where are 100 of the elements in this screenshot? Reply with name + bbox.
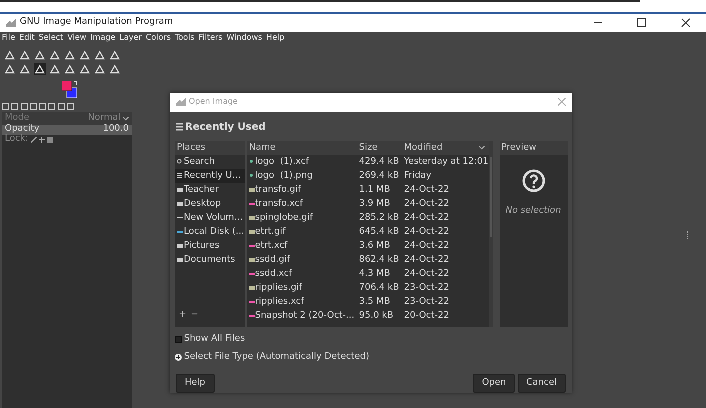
file-modified: 24-Oct-22	[403, 198, 450, 211]
tool-icon[interactable]	[109, 49, 121, 61]
help-button[interactable]: Help	[176, 374, 215, 393]
close-icon[interactable]	[681, 18, 691, 28]
expander-label[interactable]: Select File Type (Automatically Detected)	[184, 351, 370, 364]
color-swatches-icon[interactable]	[62, 81, 78, 99]
location-title: Recently Used	[185, 120, 266, 135]
preview-status: No selection	[506, 204, 562, 218]
search-icon	[177, 158, 183, 165]
tool-icon[interactable]	[34, 49, 46, 61]
places-item[interactable]: Pictures	[175, 238, 245, 253]
move-lock-icon[interactable]	[39, 137, 46, 143]
places-item[interactable]: Documents	[175, 252, 245, 267]
place-add-button[interactable]: +	[179, 309, 187, 322]
places-item[interactable]: New Volum...	[175, 210, 245, 225]
place-remove-button[interactable]: −	[191, 309, 199, 322]
places-item[interactable]: Desktop	[175, 196, 245, 211]
list-icon	[176, 123, 183, 132]
tool-icon[interactable]	[94, 49, 106, 61]
column-header[interactable]: Modified	[402, 140, 475, 155]
file-size: 862.4 kB	[358, 254, 400, 267]
menu-item[interactable]: Colors	[146, 32, 171, 43]
file-name[interactable]: ripplies.gif	[255, 280, 302, 295]
file-name[interactable]: spinglobe.gif	[255, 210, 314, 225]
open-button[interactable]: Open	[473, 374, 516, 393]
file-icon	[249, 186, 256, 193]
file-name[interactable]: transfo.xcf	[255, 196, 304, 211]
file-name[interactable]: etrt.xcf	[255, 238, 288, 253]
file-name[interactable]: etrt.gif	[255, 224, 286, 239]
file-name[interactable]: ssdd.xcf	[255, 266, 292, 281]
tool-icon[interactable]	[49, 49, 61, 61]
mode-label: Mode	[5, 112, 30, 124]
menu-item[interactable]: Select	[38, 32, 64, 43]
places-item[interactable]: Recently U...	[175, 168, 245, 183]
expander-icon[interactable]	[175, 354, 182, 362]
tool-icon[interactable]	[19, 49, 31, 61]
window-title: GNU Image Manipulation Program	[20, 16, 174, 30]
file-name[interactable]: ssdd.gif	[255, 252, 290, 267]
file-name[interactable]: ripplies.xcf	[255, 294, 304, 309]
places-item[interactable]: Teacher	[175, 182, 245, 197]
folder-icon	[177, 242, 183, 249]
menu-item[interactable]: Help	[266, 32, 285, 43]
tool-icon[interactable]	[49, 63, 61, 75]
file-name[interactable]: logo (1).xcf	[255, 154, 310, 169]
file-size: 706.4 kB	[358, 282, 400, 295]
tool-icon[interactable]	[79, 63, 91, 75]
file-modified: 23-Oct-22	[403, 282, 450, 295]
tool-icon[interactable]	[64, 63, 76, 75]
checkbox[interactable]	[175, 336, 182, 343]
tool-icon[interactable]	[34, 63, 46, 75]
tool-icon[interactable]	[4, 63, 16, 75]
menu-item[interactable]: View	[68, 32, 87, 43]
file-modified: Friday	[403, 170, 432, 183]
file-size: 1.1 MB	[358, 184, 392, 197]
maximize-icon[interactable]	[637, 18, 647, 28]
file-name[interactable]: Snapshot 2 (20-Oct-...	[255, 308, 355, 323]
file-icon	[249, 270, 256, 277]
checkbox-label: Show All Files	[184, 332, 246, 346]
tool-icon[interactable]	[64, 49, 76, 61]
cancel-button[interactable]: Cancel	[518, 374, 566, 393]
file-modified: 24-Oct-22	[403, 212, 450, 225]
file-size: 429.4 kB	[358, 156, 400, 169]
alpha-lock-icon[interactable]	[47, 137, 54, 143]
column-header[interactable]: Places	[175, 140, 245, 155]
app-logo-icon	[6, 19, 16, 27]
folder-icon	[177, 186, 183, 193]
column-header[interactable]: Name	[247, 140, 358, 155]
file-size: 4.3 MB	[358, 268, 392, 281]
tool-icon[interactable]	[4, 49, 16, 61]
menu-item[interactable]: Windows	[226, 32, 262, 43]
file-modified: 23-Oct-22	[403, 296, 450, 309]
tool-icon[interactable]	[109, 63, 121, 75]
menu-item[interactable]: Image	[90, 32, 116, 43]
file-icon	[249, 284, 256, 291]
app-logo-icon	[176, 98, 186, 106]
file-name[interactable]: logo (1).png	[255, 168, 313, 183]
file-icon	[249, 158, 256, 165]
tool-icon[interactable]	[79, 49, 91, 61]
brush-lock-icon[interactable]	[30, 137, 37, 143]
file-modified: 24-Oct-22	[403, 240, 450, 253]
file-icon	[249, 312, 256, 319]
file-name[interactable]: transfo.gif	[255, 182, 302, 197]
file-icon	[249, 228, 256, 235]
column-header[interactable]: Size	[357, 140, 402, 155]
places-item[interactable]: Local Disk (...	[175, 224, 245, 239]
file-size: 3.5 MB	[358, 296, 392, 309]
menu-item[interactable]: Tools	[175, 32, 195, 43]
file-modified: 24-Oct-22	[403, 254, 450, 267]
places-item[interactable]: Search	[175, 154, 245, 169]
menu-item[interactable]: Filters	[198, 32, 223, 43]
panel-handle-icon	[687, 231, 688, 239]
menu-item[interactable]: Edit	[19, 32, 35, 43]
file-size: 3.9 MB	[358, 198, 392, 211]
recent-icon	[177, 172, 183, 179]
file-icon	[249, 200, 256, 207]
tool-icon[interactable]	[94, 63, 106, 75]
menu-item[interactable]: File	[2, 32, 16, 43]
menu-item[interactable]: Layer	[120, 32, 142, 43]
tool-icon[interactable]	[19, 63, 31, 75]
file-modified: 24-Oct-22	[403, 226, 450, 239]
